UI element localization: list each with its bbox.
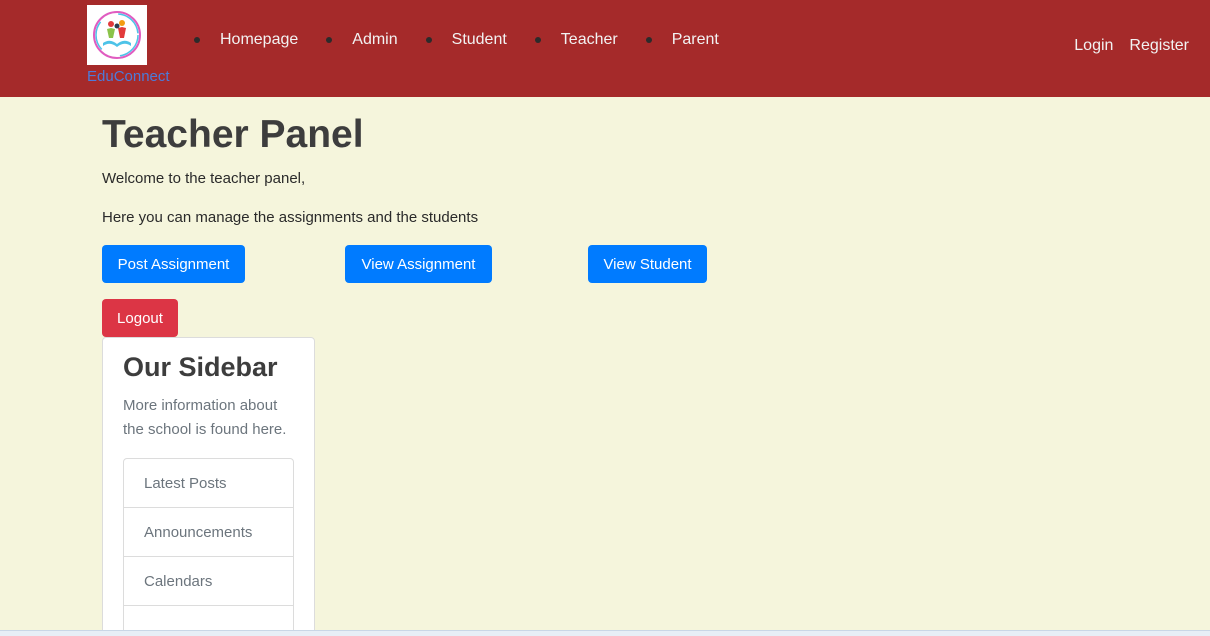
nav-item-teacher: Teacher (507, 29, 618, 51)
view-assignment-button[interactable]: View Assignment (345, 245, 492, 283)
brand-name[interactable]: EduConnect (87, 68, 170, 85)
window-bottom-edge (0, 630, 1210, 636)
bullet-icon (645, 37, 652, 43)
main-nav: Homepage Admin Student Teacher Parent (188, 29, 719, 51)
bullet-icon (326, 37, 333, 43)
nav-link-student[interactable]: Student (452, 31, 507, 49)
nav-link-homepage[interactable]: Homepage (220, 31, 298, 49)
nav-item-homepage: Homepage (188, 29, 298, 51)
view-student-button[interactable]: View Student (588, 245, 707, 283)
sidebar: Our Sidebar More information about the s… (102, 337, 315, 636)
post-assignment-button[interactable]: Post Assignment (102, 245, 245, 283)
page-title: Teacher Panel (102, 113, 364, 156)
register-link[interactable]: Register (1129, 37, 1189, 55)
login-link[interactable]: Login (1074, 37, 1113, 55)
sidebar-item-announcements[interactable]: Announcements (124, 508, 293, 557)
sidebar-item-latest-posts[interactable]: Latest Posts (124, 459, 293, 508)
welcome-text: Welcome to the teacher panel, (102, 170, 306, 187)
bullet-icon (194, 37, 200, 43)
navbar: EduConnect Homepage Admin Student Teache… (0, 0, 1210, 97)
nav-item-student: Student (398, 29, 507, 51)
nav-link-admin[interactable]: Admin (352, 31, 397, 49)
sidebar-item-calendars[interactable]: Calendars (124, 557, 293, 606)
sidebar-description: More information about the school is fou… (123, 397, 287, 438)
bullet-icon (425, 37, 432, 43)
sidebar-title: Our Sidebar (123, 352, 278, 382)
auth-links: Login Register (1058, 37, 1189, 55)
nav-item-admin: Admin (298, 29, 398, 51)
nav-link-parent[interactable]: Parent (672, 31, 719, 49)
educonnect-logo-icon (87, 5, 147, 65)
page-header: Teacher Panel (102, 112, 364, 158)
brand-link[interactable]: EduConnect (87, 5, 187, 90)
description-text: Here you can manage the assignments and … (102, 209, 479, 226)
nav-item-parent: Parent (618, 29, 719, 51)
logout-button[interactable]: Logout (102, 299, 178, 337)
sidebar-list: Latest Posts Announcements Calendars (123, 458, 294, 636)
bullet-icon (534, 37, 541, 43)
nav-link-teacher[interactable]: Teacher (561, 31, 618, 49)
